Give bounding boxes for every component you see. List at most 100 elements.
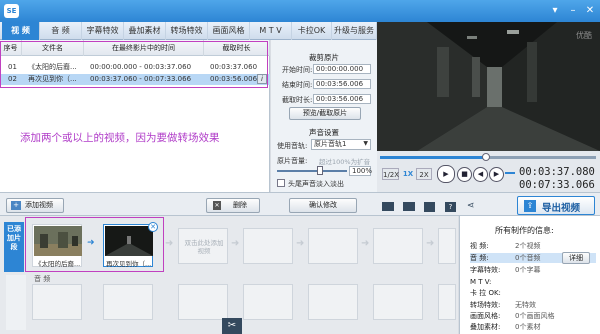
tab-video[interactable]: 视 频 — [2, 22, 40, 40]
start-time-input[interactable]: 00:00:00.000 — [313, 64, 371, 74]
camera-icon[interactable] — [382, 202, 394, 211]
export-video-button[interactable]: ⇪ 导出视频 — [517, 196, 595, 215]
clip-section-title: 裁剪原片 — [309, 53, 339, 62]
audio-slot[interactable] — [373, 284, 423, 320]
arrow-placeholder-icon: ➜ — [426, 238, 435, 249]
info-row: 视 频: 2个视频 — [470, 242, 541, 250]
arrow-placeholder-icon: ➜ — [361, 238, 370, 249]
info-row: 画面风格: 0个画面风格 — [470, 312, 555, 320]
drop-hint: 双击此处添加视频 — [184, 239, 224, 255]
empty-slot[interactable] — [243, 228, 293, 264]
clip-caption: 再次见到你（... — [106, 260, 152, 268]
audio-slot[interactable] — [243, 284, 293, 320]
empty-slot[interactable] — [438, 228, 456, 264]
end-time-input[interactable]: 00:03:56.006 — [313, 79, 371, 89]
audio-slot[interactable] — [308, 284, 358, 320]
share-icon[interactable]: ⋖ — [467, 201, 475, 211]
start-label: 开始时间: — [282, 66, 313, 74]
highlight-frame — [0, 41, 268, 88]
clip-thumbnail — [34, 226, 82, 256]
info-row: 转场特效: 无特效 — [470, 301, 536, 309]
remove-clip-icon[interactable]: ✕ — [148, 222, 158, 232]
menu-icon[interactable]: ▾ — [548, 4, 562, 17]
empty-slot[interactable] — [373, 228, 423, 264]
export-label: 导出视频 — [542, 203, 581, 214]
app-logo: SE — [4, 4, 19, 18]
speed-half-button[interactable]: 1/2X — [382, 168, 399, 180]
timeline-progress — [380, 156, 484, 159]
clip-slot-2[interactable]: 再次见到你（... — [103, 224, 153, 268]
current-time: 00:03:37.080 — [519, 166, 595, 178]
empty-slot[interactable] — [308, 228, 358, 264]
stop-icon[interactable]: ■ — [457, 167, 472, 182]
arrow-placeholder-icon: ➜ — [165, 238, 174, 249]
info-row: 字幕特效: 0个字幕 — [470, 266, 541, 274]
export-icon: ⇪ — [524, 200, 536, 212]
tab-styles[interactable]: 画面风格 — [208, 22, 250, 40]
scissors-icon[interactable]: ✂ — [222, 318, 242, 334]
dur-label: 截取时长: — [282, 96, 313, 104]
volume-label: 原片音量: — [277, 157, 308, 165]
confirm-button[interactable]: 确认修改 — [289, 198, 357, 213]
play-icon[interactable]: ▶ — [437, 165, 455, 183]
tab-overlay[interactable]: 叠加素材 — [124, 22, 166, 40]
timeline-handle[interactable] — [482, 153, 490, 161]
arrow-placeholder-icon: ➜ — [296, 238, 305, 249]
info-row: M T V: — [470, 278, 492, 286]
track-label: 使用音轨: — [277, 142, 308, 150]
info-row: 叠加素材: 0个素材 — [470, 323, 541, 331]
detail-button[interactable]: 详细 — [562, 252, 590, 264]
tab-mtv[interactable]: M T V — [250, 22, 292, 40]
audio-track-tag — [6, 275, 26, 330]
prev-frame-icon[interactable]: ◀ — [473, 167, 488, 182]
empty-slot-add[interactable]: 双击此处添加视频 — [178, 228, 228, 264]
speed-2x-button[interactable]: 2X — [416, 168, 432, 180]
delete-button[interactable]: ✕ 删除 — [206, 198, 260, 213]
tab-upgrade[interactable]: 升级与服务 — [332, 22, 377, 40]
add-video-button[interactable]: + 添加视频 — [6, 198, 64, 213]
volume-slider[interactable] — [277, 170, 347, 172]
track-value: 原片音轨1 — [314, 140, 347, 148]
tab-karaoke[interactable]: 卡拉OK — [292, 22, 332, 40]
video-frame-image — [377, 22, 600, 151]
fade-checkbox[interactable] — [277, 179, 285, 187]
audio-slot[interactable] — [178, 284, 228, 320]
save-icon[interactable] — [424, 202, 435, 212]
audio-slot[interactable] — [103, 284, 153, 320]
folder-icon[interactable] — [403, 202, 415, 211]
film-add-icon: + — [11, 201, 21, 210]
help-icon[interactable]: ? — [445, 202, 456, 212]
chevron-down-icon: ▼ — [363, 140, 368, 147]
audio-slot[interactable] — [438, 284, 456, 320]
delete-label: 删除 — [233, 201, 247, 209]
sound-section-title: 声音设置 — [309, 128, 339, 137]
volume-hint: 超过100%为扩音 — [319, 158, 371, 166]
arrow-right-icon: ➜ — [87, 238, 95, 248]
trash-icon: ✕ — [213, 201, 221, 210]
next-frame-icon[interactable]: ▶ — [489, 167, 504, 182]
tab-audio[interactable]: 音 频 — [40, 22, 82, 40]
end-label: 结束时间: — [282, 81, 313, 89]
audio-slot[interactable] — [32, 284, 82, 320]
total-time: 00:07:33.066 — [519, 179, 595, 191]
clip-caption: 《太阳的后裔... — [35, 260, 81, 268]
clip-slot-1[interactable]: 《太阳的后裔... — [32, 224, 82, 268]
volume-value[interactable]: 100% — [349, 166, 372, 176]
add-video-label: 添加视频 — [25, 201, 53, 209]
duration-input[interactable]: 00:03:56.006 — [313, 94, 371, 104]
info-row: 卡 拉 OK: — [470, 289, 501, 297]
tab-subtitle-effects[interactable]: 字幕特效 — [82, 22, 124, 40]
speed-1x-button[interactable]: 1X — [400, 168, 416, 180]
added-clips-tag: 已添加片段 — [4, 222, 24, 272]
close-icon[interactable]: ✕ — [583, 4, 597, 17]
tab-transitions[interactable]: 转场特效 — [166, 22, 208, 40]
preview-clip-button[interactable]: 预览/截取原片 — [289, 107, 361, 120]
volume-slider-handle[interactable] — [317, 166, 323, 175]
frame-step-indicator — [505, 172, 515, 174]
annotation-text: 添加两个或以上的视频，因为要做转场效果 — [20, 132, 220, 144]
watermark: 优酷 — [576, 31, 592, 40]
minimize-icon[interactable]: – — [566, 4, 580, 17]
audio-track-select[interactable]: 原片音轨1 ▼ — [311, 139, 371, 150]
title-bar — [0, 0, 600, 22]
video-preview[interactable]: 优酷 — [377, 22, 600, 151]
